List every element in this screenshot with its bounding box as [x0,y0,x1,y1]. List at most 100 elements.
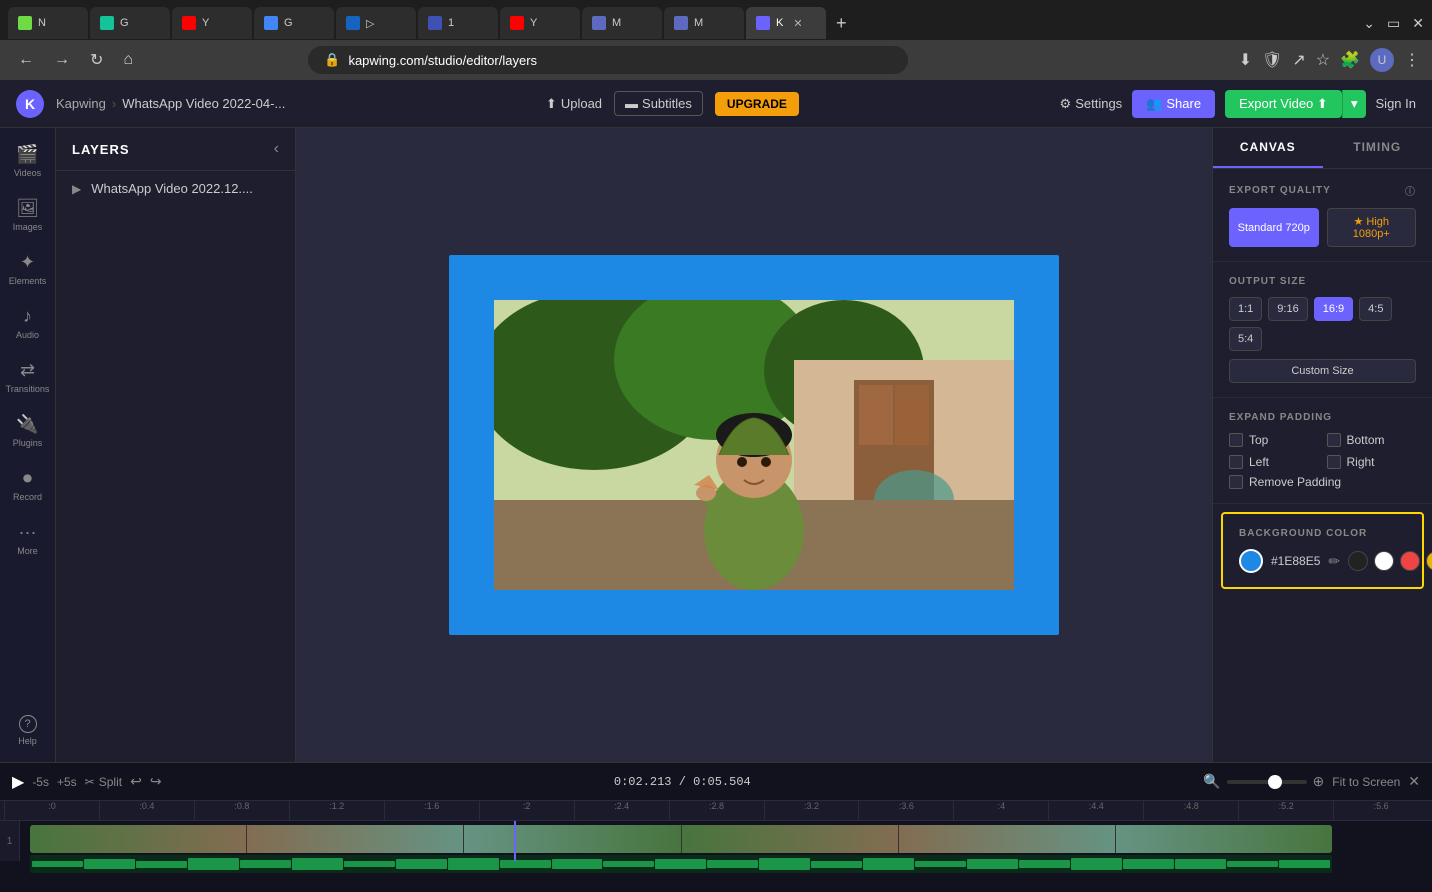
padding-top-checkbox[interactable] [1229,433,1243,447]
forward-button[interactable]: → [48,49,76,71]
padding-bottom-checkbox[interactable] [1327,433,1341,447]
size-9-16-button[interactable]: 9:16 [1268,297,1307,321]
tab-upwork[interactable]: N [8,7,88,39]
padding-top[interactable]: Top [1229,433,1319,447]
swatch-black[interactable] [1348,551,1368,571]
split-button[interactable]: ✂ Split [85,775,122,789]
canvas-background[interactable] [449,255,1059,635]
padding-left-checkbox[interactable] [1229,455,1243,469]
swatch-red[interactable] [1400,551,1420,571]
remove-padding[interactable]: Remove Padding [1229,475,1416,489]
zoom-thumb[interactable] [1268,775,1282,789]
sidebar-item-record[interactable]: ⏺ Record [3,460,53,510]
export-dropdown-button[interactable]: ▾ [1342,90,1366,118]
sidebar-item-plugins[interactable]: 🔌 Plugins [3,406,53,456]
info-icon[interactable]: ⓘ [1405,183,1416,198]
refresh-button[interactable]: ↻ [84,48,109,72]
tab-ext3[interactable]: M [664,7,744,39]
standard-720p-button[interactable]: Standard 720p [1229,208,1319,247]
brand-name[interactable]: Kapwing [56,96,106,111]
tab-ext1[interactable]: 1 [418,7,498,39]
size-1-1-button[interactable]: 1:1 [1229,297,1262,321]
tab-kapwing[interactable]: K ✕ [746,7,826,39]
tab-grammarly[interactable]: G [90,7,170,39]
redo-button[interactable]: ↪ [150,773,162,790]
zoom-in-button[interactable]: ⊕ [1313,773,1325,790]
remove-padding-checkbox[interactable] [1229,475,1243,489]
back-button[interactable]: ← [12,49,40,71]
tab-ext2[interactable]: M [582,7,662,39]
shield-icon[interactable]: 🛡 [1262,50,1282,70]
zoom-slider[interactable] [1227,780,1307,784]
sidebar-item-more[interactable]: ··· More [3,514,53,564]
tab-yt2[interactable]: Y [500,7,580,39]
sidebar-item-audio[interactable]: ♪ Audio [3,298,53,348]
play-button[interactable]: ▶ [12,772,24,792]
project-name[interactable]: WhatsApp Video 2022-04-... [122,96,285,111]
undo-button[interactable]: ↩ [130,773,142,790]
current-color-swatch[interactable] [1239,549,1263,573]
track-content-1[interactable] [20,821,1432,861]
export-video-button[interactable]: Export Video ⬆ [1225,90,1342,118]
signin-button[interactable]: Sign In [1376,96,1416,111]
padding-right[interactable]: Right [1327,455,1417,469]
tab-label: G [120,17,129,29]
tab-canvas[interactable]: CANVAS [1213,128,1323,168]
download-icon[interactable]: ⬇ [1239,50,1252,70]
extensions-icon[interactable]: 🧩 [1340,50,1360,70]
padding-left[interactable]: Left [1229,455,1319,469]
high-1080p-button[interactable]: ★ High 1080p+ [1327,208,1417,247]
share-button[interactable]: 👥 Share [1132,90,1215,118]
padding-right-checkbox[interactable] [1327,455,1341,469]
video-track[interactable] [30,825,1332,853]
list-item[interactable]: ▶ WhatsApp Video 2022.12.... [56,171,295,206]
tab-timing[interactable]: TIMING [1323,128,1432,168]
output-size-section: OUTPUT SIZE 1:1 9:16 16:9 4:5 5:4 Custom… [1213,262,1432,398]
skip-forward-button[interactable]: +5s [57,775,77,789]
video-layer[interactable] [494,300,1014,590]
sidebar-item-elements[interactable]: ✦ Elements [3,244,53,294]
subtitles-button[interactable]: ▬ Subtitles [614,91,703,116]
padding-bottom[interactable]: Bottom [1327,433,1417,447]
swatch-yellow[interactable] [1426,551,1432,571]
layers-collapse-button[interactable]: ‹ [274,140,279,158]
tab-google[interactable]: G [254,7,334,39]
padding-right-label: Right [1347,455,1375,469]
size-5-4-button[interactable]: 5:4 [1229,327,1262,351]
size-16-9-button[interactable]: 16:9 [1314,297,1353,321]
address-bar[interactable]: 🔒 kapwing.com/studio/editor/layers [308,46,908,74]
close-icon[interactable]: ✕ [1412,15,1424,32]
settings-button[interactable]: ⚙ Settings [1060,96,1123,112]
sidebar-item-transitions[interactable]: ⇄ Transitions [3,352,53,402]
menu-icon[interactable]: ⋮ [1404,50,1420,70]
sidebar-item-help[interactable]: ? Help [3,707,53,754]
swatch-white[interactable] [1374,551,1394,571]
share-icon[interactable]: ↗ [1292,50,1305,70]
new-tab-button[interactable]: + [828,9,855,38]
sidebar-item-videos[interactable]: 🎬 Videos [3,136,53,186]
profile-icon[interactable]: U [1370,48,1394,72]
tab-power[interactable]: ▷ [336,7,416,39]
minimize-icon[interactable]: ⌄ [1363,15,1375,32]
sidebar-item-images[interactable]: 🖼 Images [3,190,53,240]
close-timeline-button[interactable]: ✕ [1408,773,1420,790]
zoom-out-button[interactable]: 🔍 [1203,773,1220,790]
skip-back-button[interactable]: -5s [32,775,49,789]
upgrade-button[interactable]: UPGRADE [715,92,799,116]
tab-youtube[interactable]: Y [172,7,252,39]
tab-label: G [284,17,293,29]
home-button[interactable]: ⌂ [117,49,139,71]
fit-to-screen-button[interactable]: Fit to Screen [1332,775,1400,789]
tab-close-icon[interactable]: ✕ [793,17,802,30]
size-4-5-button[interactable]: 4:5 [1359,297,1392,321]
time-display: 0:02.213 / 0:05.504 [170,775,1196,789]
maximize-icon[interactable]: ▭ [1387,15,1400,32]
star-icon[interactable]: ☆ [1316,50,1330,70]
tab-label: M [612,17,621,29]
size-options: 1:1 9:16 16:9 4:5 5:4 [1229,297,1416,351]
padding-top-label: Top [1249,433,1268,447]
color-picker-icon[interactable]: ✏ [1328,553,1340,570]
custom-size-button[interactable]: Custom Size [1229,359,1416,383]
playhead[interactable] [514,821,516,861]
upload-button[interactable]: ⬆ Upload [546,96,602,112]
